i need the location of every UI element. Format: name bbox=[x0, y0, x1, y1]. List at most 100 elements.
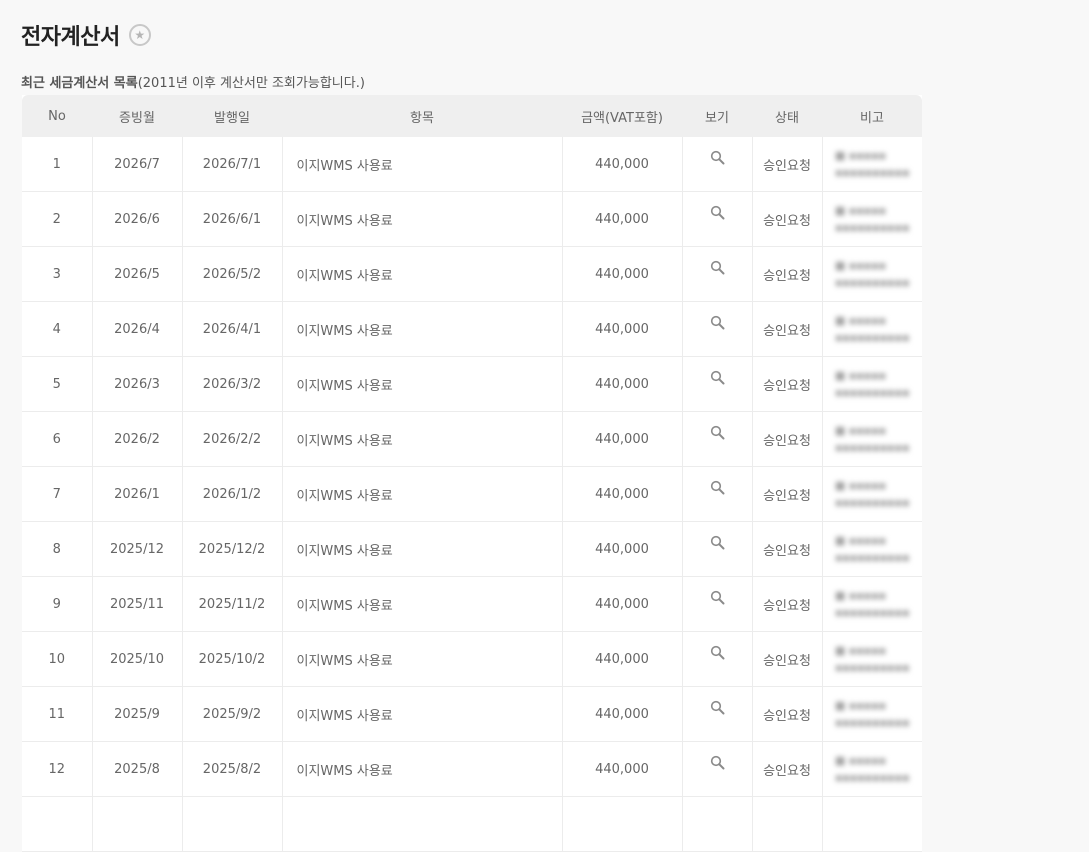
table-row[interactable]: 12 2025/8 2025/8/2 이지WMS 사용료 440,000 승인요청 ■ ▪▪… bbox=[22, 741, 922, 797]
cell-view bbox=[682, 137, 753, 192]
page-title: 전자계산서 bbox=[21, 25, 120, 50]
section-caption: 최근 세금계산서 목록(2011년 이후 계산서만 조회가능합니다.) bbox=[21, 72, 365, 91]
cell-no: 7 bbox=[22, 466, 93, 522]
cell-item: 이지WMS 사용료 bbox=[282, 137, 563, 192]
cell-no: 1 bbox=[22, 137, 93, 192]
cell-date: 2026/4/1 bbox=[182, 301, 283, 357]
table-row[interactable]: 9 2025/11 2025/11/2 이지WMS 사용료 440,000 승인요청 ■ ▪… bbox=[22, 576, 922, 632]
cell-view bbox=[682, 521, 753, 577]
table-row[interactable]: 5 2026/3 2026/3/2 이지WMS 사용료 440,000 승인요청 ■ ▪▪▪… bbox=[22, 356, 922, 412]
invoice-table-wrapper: No 증빙월 발행일 항목 금액(VAT포함) 보기 상태 비고 1 2026/7… bbox=[22, 95, 922, 852]
cell-month: 2026/4 bbox=[92, 301, 183, 357]
invoice-table: No 증빙월 발행일 항목 금액(VAT포함) 보기 상태 비고 1 2026/7… bbox=[22, 95, 922, 852]
magnifier-icon[interactable] bbox=[710, 755, 725, 774]
cell-view bbox=[682, 301, 753, 357]
cell-no: 3 bbox=[22, 246, 93, 302]
col-header-view: 보기 bbox=[682, 95, 752, 137]
cell-no: 9 bbox=[22, 576, 93, 632]
cell-item: 이지WMS 사용료 bbox=[282, 741, 563, 797]
redacted-note: ■ ▪▪▪▪▪ ▪▪▪▪▪▪▪▪▪▪ bbox=[834, 369, 910, 399]
magnifier-icon[interactable] bbox=[710, 700, 725, 719]
redacted-note: ■ ▪▪▪▪▪ ▪▪▪▪▪▪▪▪▪▪ bbox=[834, 259, 910, 289]
cell-no: 2 bbox=[22, 191, 93, 247]
redacted-note: ■ ▪▪▪▪▪ ▪▪▪▪▪▪▪▪▪▪ bbox=[834, 644, 910, 674]
cell-status: 승인요청 bbox=[752, 741, 823, 797]
table-row[interactable]: 10 2025/10 2025/10/2 이지WMS 사용료 440,000 승인요청 ■ … bbox=[22, 631, 922, 687]
cell-amount: 440,000 bbox=[562, 246, 683, 302]
cell-item: 이지WMS 사용료 bbox=[282, 631, 563, 687]
cell-view bbox=[682, 411, 753, 467]
cell-amount: 440,000 bbox=[562, 631, 683, 687]
cell-item: 이지WMS 사용료 bbox=[282, 301, 563, 357]
cell-date: 2025/8/2 bbox=[182, 741, 283, 797]
cell-month: 2025/10 bbox=[92, 631, 183, 687]
col-header-date: 발행일 bbox=[182, 95, 282, 137]
magnifier-icon[interactable] bbox=[710, 205, 725, 224]
cell-date: 2025/10/2 bbox=[182, 631, 283, 687]
cell-note: ■ ▪▪▪▪▪ ▪▪▪▪▪▪▪▪▪▪ bbox=[822, 137, 922, 192]
col-header-note: 비고 bbox=[822, 95, 922, 137]
cell-no: 11 bbox=[22, 686, 93, 742]
cell-amount: 440,000 bbox=[562, 411, 683, 467]
cell-status: 승인요청 bbox=[752, 301, 823, 357]
table-row[interactable]: 4 2026/4 2026/4/1 이지WMS 사용료 440,000 승인요청 ■ ▪▪▪… bbox=[22, 301, 922, 357]
cell-amount: 440,000 bbox=[562, 356, 683, 412]
col-header-amount: 금액(VAT포함) bbox=[562, 95, 682, 137]
cell-status: 승인요청 bbox=[752, 246, 823, 302]
cell-month: 2026/7 bbox=[92, 137, 183, 192]
cell-no: 10 bbox=[22, 631, 93, 687]
magnifier-icon[interactable] bbox=[710, 535, 725, 554]
cell-view bbox=[682, 246, 753, 302]
table-row[interactable]: 6 2026/2 2026/2/2 이지WMS 사용료 440,000 승인요청 ■ ▪▪▪… bbox=[22, 411, 922, 467]
cell-status: 승인요청 bbox=[752, 466, 823, 522]
cell-amount: 440,000 bbox=[562, 521, 683, 577]
col-header-item: 항목 bbox=[282, 95, 562, 137]
cell-month: 2025/8 bbox=[92, 741, 183, 797]
cell-amount: 440,000 bbox=[562, 301, 683, 357]
cell-note: ■ ▪▪▪▪▪ ▪▪▪▪▪▪▪▪▪▪ bbox=[822, 411, 922, 467]
cell-item: 이지WMS 사용료 bbox=[282, 246, 563, 302]
table-row[interactable]: 7 2026/1 2026/1/2 이지WMS 사용료 440,000 승인요청 ■ ▪▪▪… bbox=[22, 466, 922, 522]
cell-amount: 440,000 bbox=[562, 466, 683, 522]
cell-date: 2025/11/2 bbox=[182, 576, 283, 632]
cell-note: ■ ▪▪▪▪▪ ▪▪▪▪▪▪▪▪▪▪ bbox=[822, 741, 922, 797]
cell-month: 2026/6 bbox=[92, 191, 183, 247]
magnifier-icon[interactable] bbox=[710, 370, 725, 389]
cell-note: ■ ▪▪▪▪▪ ▪▪▪▪▪▪▪▪▪▪ bbox=[822, 191, 922, 247]
cell-no: 6 bbox=[22, 411, 93, 467]
cell-item: 이지WMS 사용료 bbox=[282, 576, 563, 632]
cell-status: 승인요청 bbox=[752, 191, 823, 247]
cell-no: 8 bbox=[22, 521, 93, 577]
cell-amount: 440,000 bbox=[562, 137, 683, 192]
table-row[interactable]: 2 2026/6 2026/6/1 이지WMS 사용료 440,000 승인요청 ■ ▪▪▪… bbox=[22, 191, 922, 247]
cell-no: 5 bbox=[22, 356, 93, 412]
col-header-no: No bbox=[22, 95, 92, 137]
magnifier-icon[interactable] bbox=[710, 645, 725, 664]
table-row[interactable]: 11 2025/9 2025/9/2 이지WMS 사용료 440,000 승인요청 ■ ▪▪… bbox=[22, 686, 922, 742]
cell-amount: 440,000 bbox=[562, 576, 683, 632]
cell-month: 2026/2 bbox=[92, 411, 183, 467]
star-icon[interactable]: ★ bbox=[128, 24, 151, 46]
cell-note: ■ ▪▪▪▪▪ ▪▪▪▪▪▪▪▪▪▪ bbox=[822, 246, 922, 302]
cell-view bbox=[682, 631, 753, 687]
magnifier-icon[interactable] bbox=[710, 425, 725, 444]
redacted-note: ■ ▪▪▪▪▪ ▪▪▪▪▪▪▪▪▪▪ bbox=[834, 424, 910, 454]
cell-item: 이지WMS 사용료 bbox=[282, 686, 563, 742]
magnifier-icon[interactable] bbox=[710, 590, 725, 609]
cell-amount: 440,000 bbox=[562, 686, 683, 742]
magnifier-icon[interactable] bbox=[710, 480, 725, 499]
cell-view bbox=[682, 741, 753, 797]
col-header-month: 증빙월 bbox=[92, 95, 182, 137]
magnifier-icon[interactable] bbox=[710, 260, 725, 279]
table-row[interactable]: 8 2025/12 2025/12/2 이지WMS 사용료 440,000 승인요청 ■ ▪… bbox=[22, 521, 922, 577]
magnifier-icon[interactable] bbox=[710, 315, 725, 334]
redacted-note: ■ ▪▪▪▪▪ ▪▪▪▪▪▪▪▪▪▪ bbox=[834, 479, 910, 509]
cell-month: 2025/12 bbox=[92, 521, 183, 577]
cell-item: 이지WMS 사용료 bbox=[282, 521, 563, 577]
table-row[interactable]: 1 2026/7 2026/7/1 이지WMS 사용료 440,000 승인요청 ■ ▪▪▪… bbox=[22, 137, 922, 192]
table-row[interactable]: 3 2026/5 2026/5/2 이지WMS 사용료 440,000 승인요청 ■ ▪▪▪… bbox=[22, 246, 922, 302]
cell-status: 승인요청 bbox=[752, 137, 823, 192]
cell-month: 2026/5 bbox=[92, 246, 183, 302]
cell-note: ■ ▪▪▪▪▪ ▪▪▪▪▪▪▪▪▪▪ bbox=[822, 301, 922, 357]
magnifier-icon[interactable] bbox=[710, 150, 725, 169]
